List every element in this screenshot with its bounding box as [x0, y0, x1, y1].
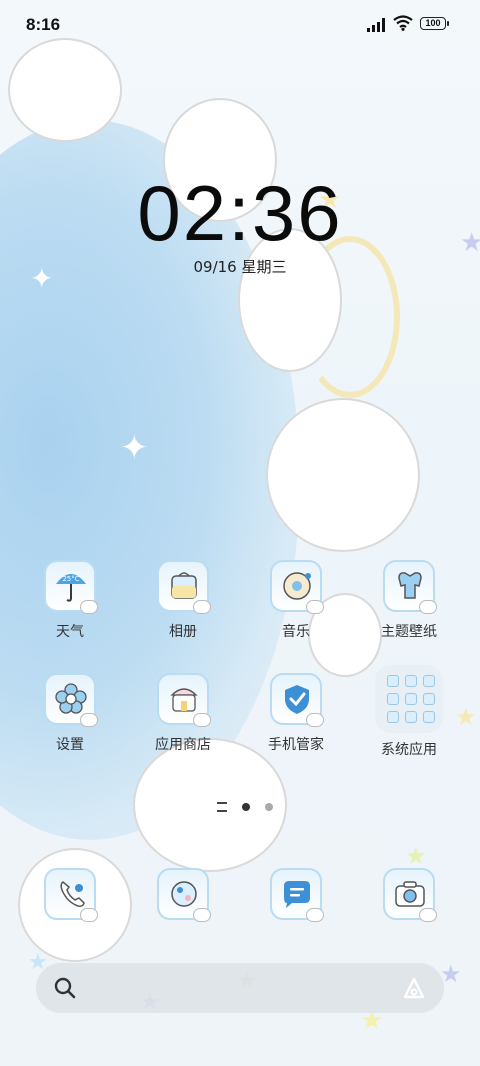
folder-icon	[375, 665, 443, 733]
weather-umbrella-icon: 25°C	[44, 560, 98, 614]
app-label: 音乐	[282, 624, 310, 640]
dock-camera[interactable]	[359, 868, 459, 922]
wallpaper-cloud-bunny	[268, 400, 418, 550]
phone-icon	[44, 868, 98, 922]
search-icon	[54, 977, 76, 999]
app-label: 相册	[169, 624, 197, 640]
folder-label: 系统应用	[381, 742, 437, 758]
app-theme-wallpaper[interactable]: 主题壁纸	[359, 560, 459, 641]
page-indicator-list[interactable]	[217, 801, 227, 812]
app-settings[interactable]: 设置	[20, 673, 120, 754]
page-indicator-dot-active[interactable]	[242, 802, 251, 811]
svg-text:25°C: 25°C	[62, 575, 79, 583]
settings-flower-icon	[44, 673, 98, 727]
camera-icon	[383, 868, 437, 922]
app-music[interactable]: 音乐	[246, 560, 346, 641]
dock-browser[interactable]	[133, 868, 233, 922]
assistant-icon[interactable]	[402, 976, 426, 1000]
page-indicator[interactable]	[212, 796, 278, 812]
theme-wallpaper-icon	[383, 560, 437, 614]
dock-messages[interactable]	[246, 868, 346, 922]
star-icon: ★	[405, 842, 427, 870]
app-gallery[interactable]: 相册	[133, 560, 233, 641]
status-time: 8:16	[26, 15, 61, 34]
security-shield-icon	[270, 673, 324, 727]
star-icon: ✦	[120, 428, 149, 468]
battery-indicator: 100	[420, 17, 449, 30]
app-label: 应用商店	[155, 737, 211, 753]
messages-icon	[270, 868, 324, 922]
wifi-icon	[393, 15, 413, 31]
folder-system-apps[interactable]: 系统应用	[359, 665, 459, 759]
clock-widget-time[interactable]: 02:36	[0, 168, 480, 259]
app-label: 手机管家	[268, 737, 324, 753]
app-store-icon	[157, 673, 211, 727]
dock-phone[interactable]	[20, 868, 120, 922]
app-label: 主题壁纸	[381, 624, 437, 640]
clock-widget-date[interactable]: 09/16 星期三	[0, 256, 480, 277]
page-indicator-dot[interactable]	[265, 802, 274, 811]
app-security[interactable]: 手机管家	[246, 673, 346, 754]
app-label: 设置	[56, 737, 84, 753]
search-bar[interactable]	[36, 963, 444, 1013]
status-bar: 8:16 100	[0, 0, 480, 50]
app-label: 天气	[56, 624, 84, 640]
app-store[interactable]: 应用商店	[133, 673, 233, 754]
browser-icon	[157, 868, 211, 922]
signal-icon	[367, 18, 385, 32]
wallpaper-cloud-bunny	[10, 40, 120, 140]
music-icon	[270, 560, 324, 614]
app-weather[interactable]: 25°C 天气	[20, 560, 120, 641]
gallery-icon	[157, 560, 211, 614]
